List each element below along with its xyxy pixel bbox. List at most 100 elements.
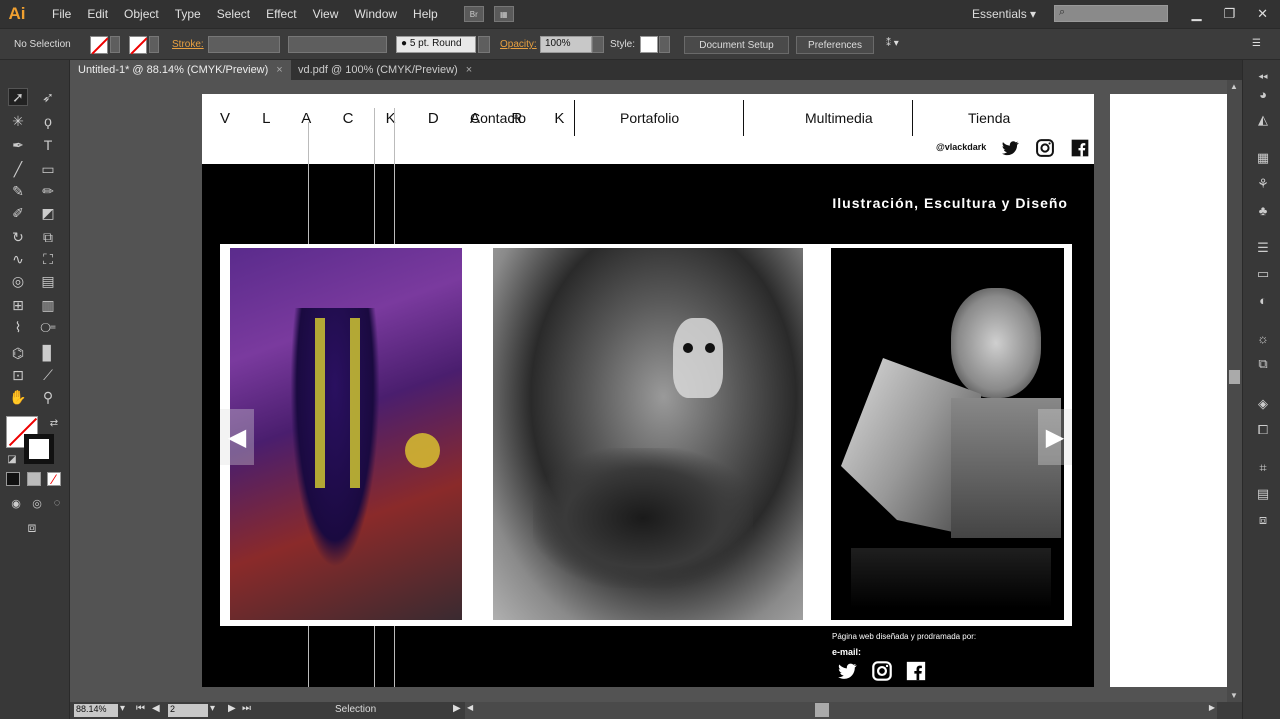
rectangle-tool-icon[interactable]: ▭ bbox=[38, 160, 58, 178]
facebook-icon[interactable] bbox=[1070, 138, 1090, 158]
gradient-icon[interactable]: ▭ bbox=[1254, 266, 1272, 282]
scroll-thumb[interactable] bbox=[1229, 370, 1240, 384]
menu-type[interactable]: Type bbox=[167, 7, 209, 21]
gallery-prev-arrow[interactable]: ◀ bbox=[220, 409, 254, 465]
direct-selection-tool-icon[interactable]: ➶ bbox=[38, 88, 58, 106]
menu-file[interactable]: File bbox=[44, 7, 79, 21]
nav-tienda[interactable]: Tienda bbox=[968, 110, 1010, 126]
stroke-icon[interactable]: ☰ bbox=[1254, 240, 1272, 256]
brush-definition[interactable]: ● 5 pt. Round bbox=[396, 36, 476, 53]
scale-tool-icon[interactable]: ⧉ bbox=[38, 228, 58, 246]
facebook-icon[interactable] bbox=[905, 660, 927, 682]
opacity-label[interactable]: Opacity: bbox=[500, 39, 537, 50]
status-menu-icon[interactable]: ▶ bbox=[453, 703, 461, 714]
stroke-dropdown[interactable] bbox=[149, 36, 159, 53]
slice-tool-icon[interactable]: ⟋ bbox=[38, 366, 58, 384]
color-panel-icon[interactable]: ◕ bbox=[1254, 86, 1272, 102]
graphic-styles-icon[interactable]: ⧉ bbox=[1254, 356, 1272, 372]
stroke-color-icon[interactable] bbox=[24, 434, 54, 464]
menu-object[interactable]: Object bbox=[116, 7, 167, 21]
swap-colors-icon[interactable]: ⇄ bbox=[44, 414, 64, 432]
draw-inside-icon[interactable]: ◌ bbox=[47, 494, 67, 512]
color-mode-icon[interactable] bbox=[6, 472, 20, 486]
transparency-icon[interactable]: ◐ bbox=[1254, 292, 1272, 308]
menu-edit[interactable]: Edit bbox=[79, 7, 116, 21]
hand-tool-icon[interactable]: ✋ bbox=[8, 388, 28, 406]
shape-builder-tool-icon[interactable]: ◎ bbox=[8, 272, 28, 290]
menu-view[interactable]: View bbox=[305, 7, 347, 21]
type-tool-icon[interactable]: T bbox=[38, 136, 58, 154]
fill-swatch[interactable] bbox=[90, 36, 108, 54]
minimize-icon[interactable]: ▁ bbox=[1191, 6, 1201, 22]
stroke-label[interactable]: Stroke: bbox=[172, 39, 204, 50]
stroke-swatch[interactable] bbox=[129, 36, 147, 54]
arrange-icon[interactable]: ⁑ ▾ bbox=[886, 38, 899, 49]
swatches-icon[interactable]: ▦ bbox=[1254, 150, 1272, 166]
gradient-mode-icon[interactable] bbox=[27, 472, 41, 486]
instagram-icon[interactable] bbox=[871, 660, 893, 682]
menu-help[interactable]: Help bbox=[405, 7, 446, 21]
scroll-right-icon[interactable]: ▶ bbox=[1209, 703, 1215, 712]
rotate-tool-icon[interactable]: ↻ bbox=[8, 228, 28, 246]
stroke-weight-field[interactable] bbox=[208, 36, 280, 53]
preferences-button[interactable]: Preferences bbox=[796, 36, 874, 54]
zoom-field[interactable]: 88.14% bbox=[74, 704, 118, 717]
collapse-panels-icon[interactable]: ◂◂ bbox=[1254, 68, 1272, 84]
mesh-tool-icon[interactable]: ⊞ bbox=[8, 296, 28, 314]
pathfinder-icon[interactable]: ⧈ bbox=[1254, 512, 1272, 528]
align-icon[interactable]: ▤ bbox=[1254, 486, 1272, 502]
twitter-icon[interactable] bbox=[836, 660, 858, 682]
draw-behind-icon[interactable]: ◎ bbox=[27, 494, 47, 512]
workspace-switcher[interactable]: Essentials ▾ bbox=[972, 7, 1036, 21]
symbols-icon[interactable]: ♣ bbox=[1254, 202, 1272, 218]
fill-dropdown[interactable] bbox=[110, 36, 120, 53]
pen-tool-icon[interactable]: ✒ bbox=[8, 136, 28, 154]
artboard-dropdown-icon[interactable]: ▾ bbox=[210, 703, 215, 714]
selection-tool-icon[interactable]: ➚ bbox=[8, 88, 28, 106]
close-tab-icon[interactable]: × bbox=[466, 64, 472, 76]
eyedropper-tool-icon[interactable]: ⌇ bbox=[8, 318, 28, 336]
artboards-icon[interactable]: ⧠ bbox=[1254, 422, 1272, 438]
second-artboard[interactable] bbox=[1110, 94, 1228, 687]
scroll-thumb[interactable] bbox=[815, 703, 829, 717]
variable-width-profile[interactable] bbox=[288, 36, 387, 53]
close-icon[interactable]: ✕ bbox=[1257, 6, 1268, 22]
blob-brush-tool-icon[interactable]: ✐ bbox=[8, 204, 28, 222]
prev-artboard-icon[interactable]: ◀ bbox=[152, 703, 160, 714]
style-swatch[interactable] bbox=[640, 36, 658, 53]
paintbrush-tool-icon[interactable]: ✎ bbox=[8, 182, 28, 200]
opacity-field[interactable]: 100% bbox=[540, 36, 592, 53]
gallery-image-wizard[interactable] bbox=[230, 248, 462, 620]
twitter-icon[interactable] bbox=[1000, 138, 1020, 158]
artboard-canvas[interactable]: V L A C K D A R K Contacto Portafolio Mu… bbox=[202, 94, 1094, 687]
line-tool-icon[interactable]: ╱ bbox=[8, 160, 28, 178]
artboard-tool-icon[interactable]: ⊡ bbox=[8, 366, 28, 384]
zoom-tool-icon[interactable]: ⚲ bbox=[38, 388, 58, 406]
warp-tool-icon[interactable]: ∿ bbox=[8, 250, 28, 268]
nav-portafolio[interactable]: Portafolio bbox=[620, 110, 679, 126]
column-graph-tool-icon[interactable]: ▊ bbox=[38, 344, 58, 362]
search-input[interactable]: ⌕ bbox=[1054, 5, 1168, 22]
horizontal-scrollbar[interactable]: ◀ ▶ bbox=[465, 702, 1217, 719]
appearance-icon[interactable]: ☼ bbox=[1254, 330, 1272, 346]
gallery-next-arrow[interactable]: ▶ bbox=[1038, 409, 1072, 465]
restore-icon[interactable]: ❐ bbox=[1223, 6, 1235, 22]
transform-icon[interactable]: ⌗ bbox=[1254, 460, 1272, 476]
menu-effect[interactable]: Effect bbox=[258, 7, 304, 21]
blend-tool-icon[interactable]: ⧃ bbox=[38, 318, 58, 336]
pencil-tool-icon[interactable]: ✏ bbox=[38, 182, 58, 200]
bridge-icon[interactable]: Br bbox=[463, 6, 484, 22]
scroll-up-icon[interactable]: ▲ bbox=[1230, 82, 1238, 91]
scroll-down-icon[interactable]: ▼ bbox=[1230, 691, 1238, 700]
symbol-sprayer-tool-icon[interactable]: ⌬ bbox=[8, 344, 28, 362]
brushes-icon[interactable]: ⚘ bbox=[1254, 176, 1272, 192]
eraser-tool-icon[interactable]: ◩ bbox=[38, 204, 58, 222]
draw-normal-icon[interactable]: ◉ bbox=[6, 494, 26, 512]
brush-dropdown[interactable] bbox=[478, 36, 490, 53]
none-mode-icon[interactable]: ⁄ bbox=[47, 471, 61, 487]
arrange-documents-icon[interactable]: ▦ bbox=[493, 6, 514, 22]
menu-select[interactable]: Select bbox=[209, 7, 258, 21]
document-setup-button[interactable]: Document Setup bbox=[684, 36, 789, 54]
magic-wand-tool-icon[interactable]: ✳ bbox=[8, 112, 28, 130]
gallery-image-skull[interactable] bbox=[493, 248, 803, 620]
